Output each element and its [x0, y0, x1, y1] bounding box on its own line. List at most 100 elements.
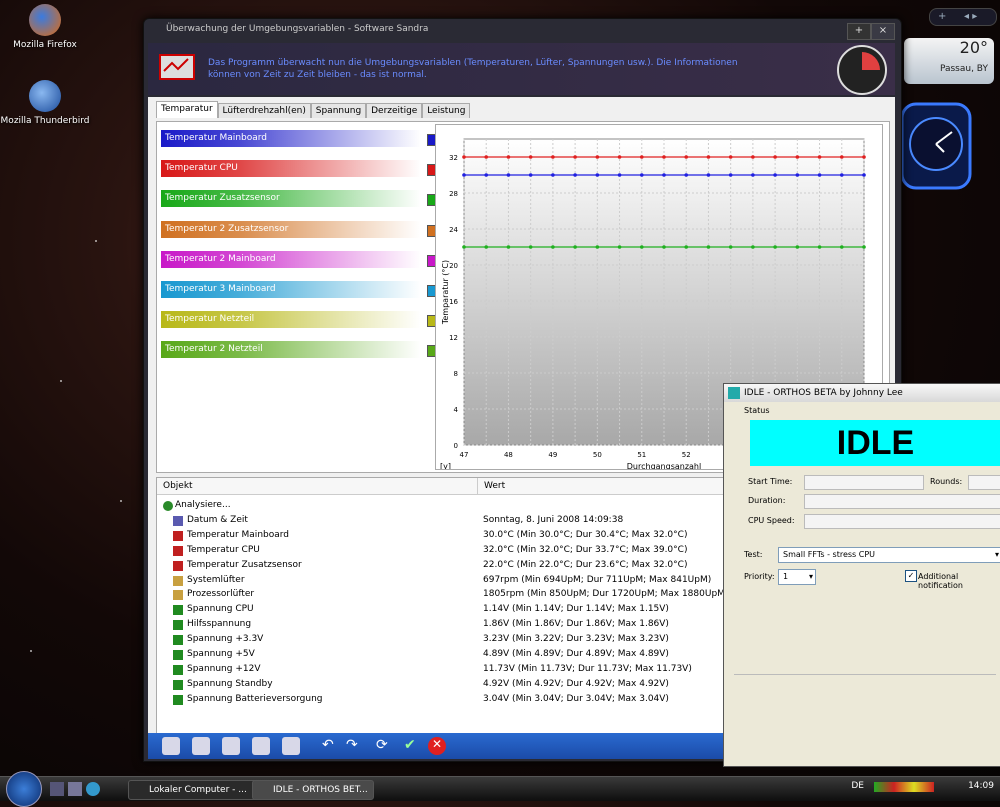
start-button[interactable]	[6, 771, 42, 807]
data-point	[862, 173, 866, 177]
data-point	[795, 173, 800, 177]
orthos-titlebar[interactable]: IDLE - ORTHOS BETA by Johnny Lee	[724, 384, 1000, 402]
data-point	[773, 173, 777, 177]
row-value: 32.0°C (Min 32.0°C; Dur 33.7°C; Max 39.0…	[483, 544, 688, 555]
notification-checkbox[interactable]: ✓	[905, 570, 917, 582]
weather-gadget[interactable]: 20° Passau, BY	[904, 38, 994, 84]
internet-explorer-icon[interactable]	[86, 782, 100, 796]
data-point	[528, 173, 533, 177]
data-point	[484, 173, 489, 177]
gadget-nav-buttons[interactable]: ◂ ▸	[964, 9, 977, 25]
status-display: IDLE	[750, 420, 1000, 466]
priority-select[interactable]: 1 ▾	[778, 569, 816, 585]
sensor-label: Temperatur Zusatzsensor	[165, 193, 280, 204]
row-name: Spannung +3.3V	[187, 634, 264, 645]
tab-current[interactable]: Derzeitige	[366, 103, 423, 118]
tray-icons[interactable]	[874, 782, 934, 792]
row-value: Sonntag, 8. Juni 2008 14:09:38	[483, 514, 624, 525]
data-point	[839, 173, 844, 177]
language-indicator[interactable]: DE	[851, 781, 864, 791]
calculator-icon[interactable]	[162, 737, 180, 755]
start-time-label: Start Time:	[748, 477, 793, 486]
status-group-label: Status	[744, 406, 770, 415]
sensor-type-icon	[173, 590, 183, 601]
y-tick-label: 28	[449, 190, 458, 198]
window-title: Überwachung der Umgebungsvariablen - Sof…	[166, 24, 429, 34]
sensor-legend-item[interactable]: Temperatur Netzteil	[161, 311, 439, 329]
row-value: 11.73V (Min 11.73V; Dur 11.73V; Max 11.7…	[483, 663, 692, 674]
gauge-icon	[837, 45, 887, 95]
add-gadget-button[interactable]: +	[938, 9, 946, 25]
sensor-legend-item[interactable]: Temperatur Mainboard	[161, 130, 439, 147]
sensor-legend-item[interactable]: Temperatur 3 Mainboard	[161, 281, 439, 298]
task-orthos[interactable]: IDLE - ORTHOS BET...	[252, 780, 374, 800]
row-value: 1805rpm (Min 850UpM; Dur 1720UpM; Max 18…	[483, 589, 729, 600]
save-icon[interactable]	[222, 737, 240, 755]
sensor-type-icon	[173, 530, 183, 541]
tab-temperature[interactable]: Temparatur	[156, 101, 218, 118]
sensor-legend-item[interactable]: Temperatur 2 Netzteil	[161, 341, 439, 359]
clock-gadget[interactable]	[900, 102, 972, 190]
duration-label: Duration:	[748, 496, 786, 505]
cancel-icon[interactable]: ✕	[428, 737, 446, 755]
column-header-object[interactable]: Objekt	[157, 478, 483, 495]
data-point	[528, 155, 533, 159]
sensor-type-icon	[163, 501, 173, 511]
task-label: IDLE - ORTHOS BET...	[273, 785, 368, 795]
sensor-legend-item[interactable]: Temperatur 2 Zusatzsensor	[161, 220, 439, 238]
minimize-button[interactable]: +	[847, 23, 871, 40]
test-select[interactable]: Small FFTs - stress CPU ▾	[778, 547, 1000, 563]
forward-icon[interactable]: ↷	[346, 737, 364, 755]
desktop-icon-firefox[interactable]: Mozilla Firefox	[0, 4, 90, 50]
tab-power[interactable]: Leistung	[422, 103, 471, 118]
star	[30, 650, 32, 652]
sensor-label: Temperatur 3 Mainboard	[165, 284, 276, 294]
data-point	[551, 173, 555, 177]
tab-strip: Temparatur Lüfterdrehzahl(en) Spannung D…	[156, 101, 471, 121]
task-label: Lokaler Computer - ...	[149, 785, 247, 795]
ok-icon[interactable]: ✔	[404, 737, 422, 755]
tab-voltage[interactable]: Spannung	[310, 103, 367, 118]
data-point	[484, 245, 489, 249]
chevron-down-icon: ▾	[808, 572, 813, 581]
sensor-legend-item[interactable]: Temperatur Zusatzsensor	[161, 190, 439, 208]
options-icon[interactable]	[252, 737, 270, 755]
row-name: Prozessorlüfter	[187, 589, 255, 600]
switch-windows-icon[interactable]	[68, 782, 82, 796]
y-tick-label: 4	[454, 406, 459, 414]
data-point	[573, 173, 577, 177]
row-name: Temperatur Zusatzsensor	[187, 559, 302, 570]
desktop-icon-thunderbird[interactable]: Mozilla Thunderbird	[0, 80, 90, 126]
orthos-log-area	[734, 674, 996, 759]
data-point	[506, 173, 511, 177]
chevron-down-icon: ▾	[994, 550, 999, 559]
show-desktop-icon[interactable]	[50, 782, 64, 796]
clock-time[interactable]: 14:09	[968, 781, 994, 791]
test-label: Test:	[744, 550, 763, 559]
row-value: 1.14V (Min 1.14V; Dur 1.14V; Max 1.15V)	[483, 604, 669, 615]
x-tick-label: 47	[460, 451, 469, 459]
row-name: Spannung CPU	[187, 604, 254, 615]
row-name: Spannung +5V	[187, 649, 255, 659]
priority-select-value: 1	[783, 572, 789, 581]
x-tick-label: 52	[682, 451, 691, 459]
sensor-label: Temperatur 2 Zusatzsensor	[165, 223, 289, 234]
close-button[interactable]: ×	[871, 23, 895, 40]
chart-icon[interactable]	[282, 737, 300, 755]
tab-fans[interactable]: Lüfterdrehzahl(en)	[217, 103, 311, 118]
data-point	[728, 155, 733, 159]
data-point	[528, 245, 533, 249]
refresh-icon[interactable]: ⟳	[376, 737, 394, 755]
report-icon[interactable]	[192, 737, 210, 755]
back-icon[interactable]: ↶	[322, 737, 340, 755]
task-lokaler-computer[interactable]: Lokaler Computer - ...	[128, 780, 262, 800]
sensor-legend-item[interactable]: Temperatur CPU	[161, 160, 439, 178]
data-point	[573, 155, 577, 159]
sensor-type-icon	[173, 664, 183, 675]
start-time-field	[804, 475, 924, 490]
y-tick-label: 0	[454, 442, 458, 450]
sensor-legend-item[interactable]: Temperatur 2 Mainboard	[161, 250, 439, 268]
data-point	[506, 245, 511, 249]
window-titlebar[interactable]: Überwachung der Umgebungsvariablen - Sof…	[144, 19, 901, 43]
row-name: Systemlüfter	[187, 574, 245, 585]
